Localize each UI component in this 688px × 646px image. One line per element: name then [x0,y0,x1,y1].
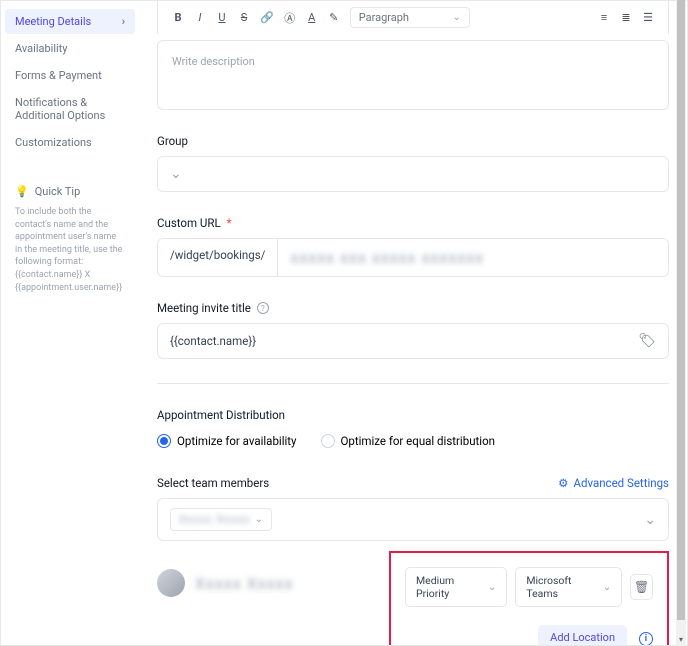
avatar [157,569,185,597]
scroll-down-icon[interactable]: ▾ [676,632,686,646]
url-prefix: /widget/bookings/ [158,239,278,276]
radio-equal[interactable]: Optimize for equal distribution [321,434,496,448]
member-name: Xxxxx Xxxxx [195,574,294,593]
ordered-list-icon[interactable]: ≣ [620,11,632,24]
help-icon[interactable]: ? [257,302,269,314]
rich-text-toolbar: B I U S 🔗 Ⓐ A ✎ Paragraph⌄ ≡ ≣ ☰ [157,1,669,34]
priority-select[interactable]: Medium Priority⌄ [405,567,507,607]
format-select[interactable]: Paragraph⌄ [350,7,470,28]
custom-url-label: Custom URL* [157,216,669,230]
meeting-title-input[interactable]: {{contact.name}}🏷 [157,323,669,359]
custom-url-field[interactable]: /widget/bookings/ xxxxx xxx xxxxx xxxxxx… [157,238,669,277]
location-config-box: Medium Priority⌄ Microsoft Teams⌄ 🗑 Add … [389,551,669,645]
trash-icon: 🗑 [634,580,649,594]
select-team-label: Select team members [157,476,269,490]
scrollbar[interactable]: ▾ [676,0,686,646]
description-input[interactable]: Write description [157,40,669,110]
delete-button[interactable]: 🗑 [630,574,653,600]
chevron-down-icon: ⌄ [603,582,611,593]
advanced-settings-link[interactable]: ⚙Advanced Settings [558,476,669,490]
chevron-right-icon: › [122,15,125,28]
team-member-row: Xxxxx Xxxxx [157,569,294,597]
nav-customizations[interactable]: Customizations [5,130,135,155]
divider [157,383,669,384]
radio-icon [157,434,171,448]
team-select[interactable]: Xxxxx Xxxxx⌄ [157,498,669,541]
team-tag[interactable]: Xxxxx Xxxxx⌄ [170,508,272,531]
clear-format-icon[interactable]: Ⓐ [284,10,296,26]
align-icon[interactable]: ≡ [598,11,610,24]
url-value[interactable]: xxxxx xxx xxxxx xxxxxxx [278,239,668,276]
gear-icon: ⚙ [558,476,568,490]
underline-icon[interactable]: U [216,11,228,24]
distribution-label: Appointment Distribution [157,408,669,422]
info-icon[interactable]: i [639,632,653,645]
location-select[interactable]: Microsoft Teams⌄ [515,567,622,607]
main-panel: B I U S 🔗 Ⓐ A ✎ Paragraph⌄ ≡ ≣ ☰ Write d… [139,1,687,645]
meeting-title-label: Meeting invite title? [157,301,669,315]
link-icon[interactable]: 🔗 [260,11,274,24]
tip-text: To include both the contact's name and t… [15,206,125,294]
strike-icon[interactable]: S [238,11,250,24]
add-location-button[interactable]: Add Location [538,625,627,645]
tag-icon[interactable]: 🏷 [638,333,656,349]
radio-icon [321,434,335,448]
distribution-radios: Optimize for availability Optimize for e… [157,434,669,448]
text-color-icon[interactable]: A [306,11,318,24]
highlight-icon[interactable]: ✎ [328,11,340,24]
chevron-down-icon: ⌄ [255,514,263,525]
quick-tip: 💡Quick Tip To include both the contact's… [5,175,135,304]
nav-notifications[interactable]: Notifications & Additional Options [5,90,135,128]
scrollbar-thumb[interactable] [677,0,685,620]
nav-forms-payment[interactable]: Forms & Payment [5,63,135,88]
bold-icon[interactable]: B [172,11,184,24]
radio-availability[interactable]: Optimize for availability [157,434,297,448]
nav-availability[interactable]: Availability [5,36,135,61]
chevron-down-icon: ⌄ [488,582,496,593]
group-label: Group [157,134,669,148]
italic-icon[interactable]: I [194,11,206,24]
bulb-icon: 💡 [15,185,29,198]
group-select[interactable] [157,156,669,192]
unordered-list-icon[interactable]: ☰ [642,11,654,24]
chevron-down-icon: ⌄ [452,12,460,23]
sidebar: Meeting Details› Availability Forms & Pa… [1,1,139,645]
required-icon: * [227,216,232,230]
nav-meeting-details[interactable]: Meeting Details› [5,9,135,34]
